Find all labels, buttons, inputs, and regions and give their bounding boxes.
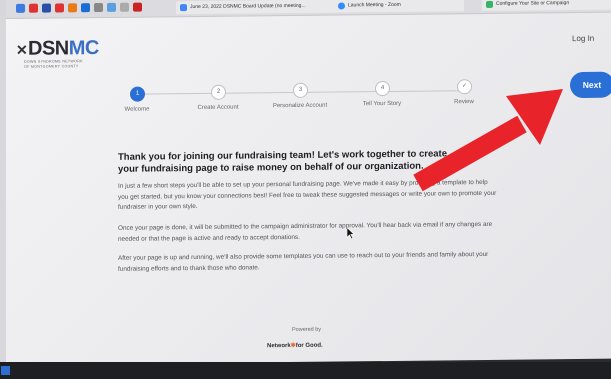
dock-icon — [1, 366, 10, 375]
monitor-bottom-bezel — [0, 362, 611, 379]
photo-frame: June 23, 2022 DSNMC Board Update (no mee… — [0, 0, 611, 379]
red-annotation-arrow-icon — [413, 89, 563, 192]
